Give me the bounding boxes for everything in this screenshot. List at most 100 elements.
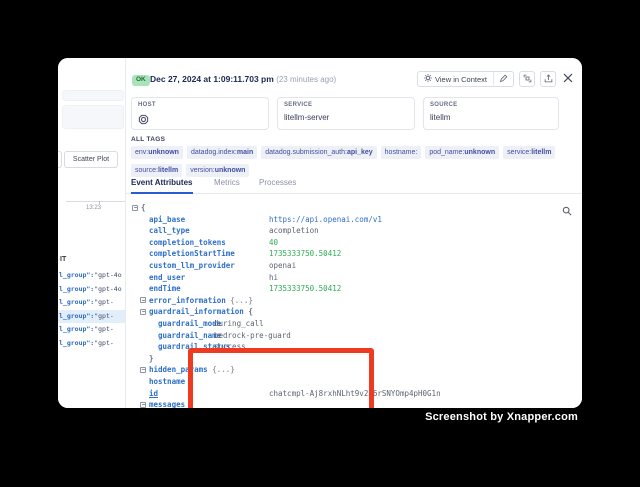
attribute-key[interactable]: hidden_params {...} bbox=[149, 364, 235, 375]
attribute-value: acompletion bbox=[269, 225, 319, 236]
view-in-context-button[interactable]: View in Context bbox=[418, 72, 493, 86]
screenshot-stage: Scatter Plot 13:23 IT l_group":"gpt-4ol_… bbox=[0, 0, 640, 487]
background-filter-box bbox=[62, 105, 124, 129]
watermark: Screenshot by Xnapper.com bbox=[425, 411, 578, 423]
brace: [ bbox=[185, 400, 194, 408]
collapse-toggle-icon[interactable] bbox=[132, 205, 138, 211]
collapse-toggle-icon[interactable] bbox=[140, 402, 146, 408]
tag-pill[interactable]: service:litellm bbox=[503, 146, 555, 159]
event-detail-panel: OK Dec 27, 2024 at 1:09:11.703 pm (23 mi… bbox=[125, 58, 582, 408]
row-key: l_group": bbox=[59, 298, 94, 306]
attribute-key: hostname bbox=[149, 376, 269, 387]
attribute-key: guardrail_status bbox=[158, 341, 214, 352]
brace: {...} bbox=[226, 296, 253, 305]
attribute-row: custom_llm_provideropenai bbox=[126, 260, 582, 271]
attribute-key: call_type bbox=[149, 225, 269, 236]
brace: { bbox=[244, 307, 253, 316]
chart-axis-tick-label: 13:23 bbox=[86, 205, 101, 211]
host-label: HOST bbox=[138, 102, 156, 108]
row-value: "gpt-4o bbox=[94, 285, 121, 293]
edit-button[interactable] bbox=[493, 72, 513, 86]
attribute-key[interactable]: } bbox=[149, 353, 154, 364]
attribute-key[interactable]: messages [ bbox=[149, 399, 194, 408]
collapse-toggle-icon[interactable] bbox=[140, 309, 146, 315]
all-tags-label: ALL TAGS bbox=[131, 136, 165, 143]
attribute-value: 1735333750.50412 bbox=[269, 248, 341, 259]
attribute-row: guardrail_namebedrock-pre-guard bbox=[126, 330, 582, 341]
list-item[interactable]: l_group":"gpt- bbox=[58, 310, 125, 324]
attribute-key: guardrail_name bbox=[158, 330, 214, 341]
brace: { bbox=[141, 203, 146, 212]
attribute-row: api_basehttps://api.openai.com/v1 bbox=[126, 214, 582, 225]
trace-icon bbox=[523, 70, 532, 88]
row-key: l_group": bbox=[59, 325, 94, 333]
attribute-row: completionStartTime1735333750.50412 bbox=[126, 248, 582, 259]
row-value: "gpt- bbox=[94, 325, 114, 333]
attribute-value: openai bbox=[269, 260, 296, 271]
collapse-toggle-icon[interactable] bbox=[140, 367, 146, 373]
attribute-key[interactable]: error_information {...} bbox=[149, 295, 253, 306]
attribute-value: chatcmpl-Aj8rxhNLht9v2J6rSNYOmp4pH0G1n bbox=[269, 388, 441, 399]
scatter-plot-button[interactable]: Scatter Plot bbox=[64, 151, 118, 168]
source-label: SOURCE bbox=[430, 102, 457, 108]
list-item[interactable]: l_group":"gpt- bbox=[58, 337, 125, 351]
host-icon bbox=[138, 112, 149, 130]
list-item[interactable]: l_group":"gpt-4o bbox=[58, 269, 125, 283]
attribute-value: 40 bbox=[269, 237, 278, 248]
attribute-row: call_typeacompletion bbox=[126, 225, 582, 236]
attribute-row: hidden_params {...} bbox=[126, 364, 582, 375]
background-toolbar-box bbox=[62, 90, 124, 101]
brace: {...} bbox=[208, 365, 235, 374]
row-value: "gpt- bbox=[94, 298, 114, 306]
row-key: l_group": bbox=[59, 312, 94, 320]
tab-metrics[interactable]: Metrics bbox=[214, 176, 240, 194]
attribute-row: completion_tokens40 bbox=[126, 237, 582, 248]
attribute-key[interactable]: { bbox=[141, 202, 146, 213]
model-group-list: l_group":"gpt-4ol_group":"gpt-4ol_group"… bbox=[58, 269, 125, 351]
chart-x-axis bbox=[66, 201, 125, 202]
attribute-key: guardrail_mode bbox=[158, 318, 214, 329]
panel-header: OK Dec 27, 2024 at 1:09:11.703 pm (23 mi… bbox=[126, 58, 582, 92]
pencil-icon bbox=[499, 70, 508, 88]
search-icon[interactable] bbox=[562, 203, 572, 221]
related-traces-button[interactable] bbox=[519, 71, 535, 87]
collapse-toggle-icon[interactable] bbox=[140, 297, 146, 303]
tab-processes[interactable]: Processes bbox=[259, 176, 296, 194]
list-item[interactable]: l_group":"gpt-4o bbox=[58, 283, 125, 297]
tag-pill[interactable]: pod_name:unknown bbox=[425, 146, 499, 159]
view-in-context-label: View in Context bbox=[435, 75, 487, 84]
attribute-row: end_userhi bbox=[126, 272, 582, 283]
chart-axis-tick bbox=[99, 201, 100, 204]
list-item[interactable]: l_group":"gpt- bbox=[58, 296, 125, 310]
tag-pill[interactable]: env:unknown bbox=[131, 146, 183, 159]
underlying-page: Scatter Plot 13:23 IT l_group":"gpt-4ol_… bbox=[58, 58, 125, 408]
attribute-value: during_call bbox=[214, 318, 264, 329]
attribute-row: guardrail_statussuccess bbox=[126, 341, 582, 352]
event-timestamp: Dec 27, 2024 at 1:09:11.703 pm (23 minut… bbox=[150, 74, 336, 84]
attribute-value-link[interactable]: https://api.openai.com/v1 bbox=[269, 214, 382, 225]
attribute-key: end_user bbox=[149, 272, 269, 283]
export-button[interactable] bbox=[540, 71, 556, 87]
list-item[interactable]: l_group":"gpt- bbox=[58, 323, 125, 337]
tag-pill[interactable]: datadog.index:main bbox=[187, 146, 257, 159]
host-box: HOST bbox=[131, 97, 269, 130]
close-button[interactable] bbox=[561, 72, 575, 86]
tag-pill[interactable]: datadog.submission_auth:api_key bbox=[261, 146, 376, 159]
attribute-value: hi bbox=[269, 272, 278, 283]
source-value: litellm bbox=[430, 113, 450, 122]
attribute-row: idchatcmpl-Aj8rxhNLht9v2J6rSNYOmp4pH0G1n bbox=[126, 388, 582, 399]
app-window: Scatter Plot 13:23 IT l_group":"gpt-4ol_… bbox=[58, 58, 582, 408]
tab-event-attributes[interactable]: Event Attributes bbox=[131, 176, 193, 194]
tag-pill[interactable]: hostname: bbox=[381, 146, 422, 159]
attribute-row: } bbox=[126, 353, 582, 364]
row-value: "gpt- bbox=[94, 312, 114, 320]
attribute-key: completionStartTime bbox=[149, 248, 269, 259]
attribute-key: api_base bbox=[149, 214, 269, 225]
attribute-key[interactable]: guardrail_information { bbox=[149, 306, 253, 317]
attribute-value: success bbox=[214, 341, 246, 352]
cut-off-button[interactable] bbox=[58, 151, 62, 168]
attribute-row: endTime1735333750.50412 bbox=[126, 283, 582, 294]
attribute-row: guardrail_modeduring_call bbox=[126, 318, 582, 329]
gear-icon bbox=[424, 74, 432, 84]
event-attributes-tree: {api_basehttps://api.openai.com/v1call_t… bbox=[126, 196, 582, 408]
